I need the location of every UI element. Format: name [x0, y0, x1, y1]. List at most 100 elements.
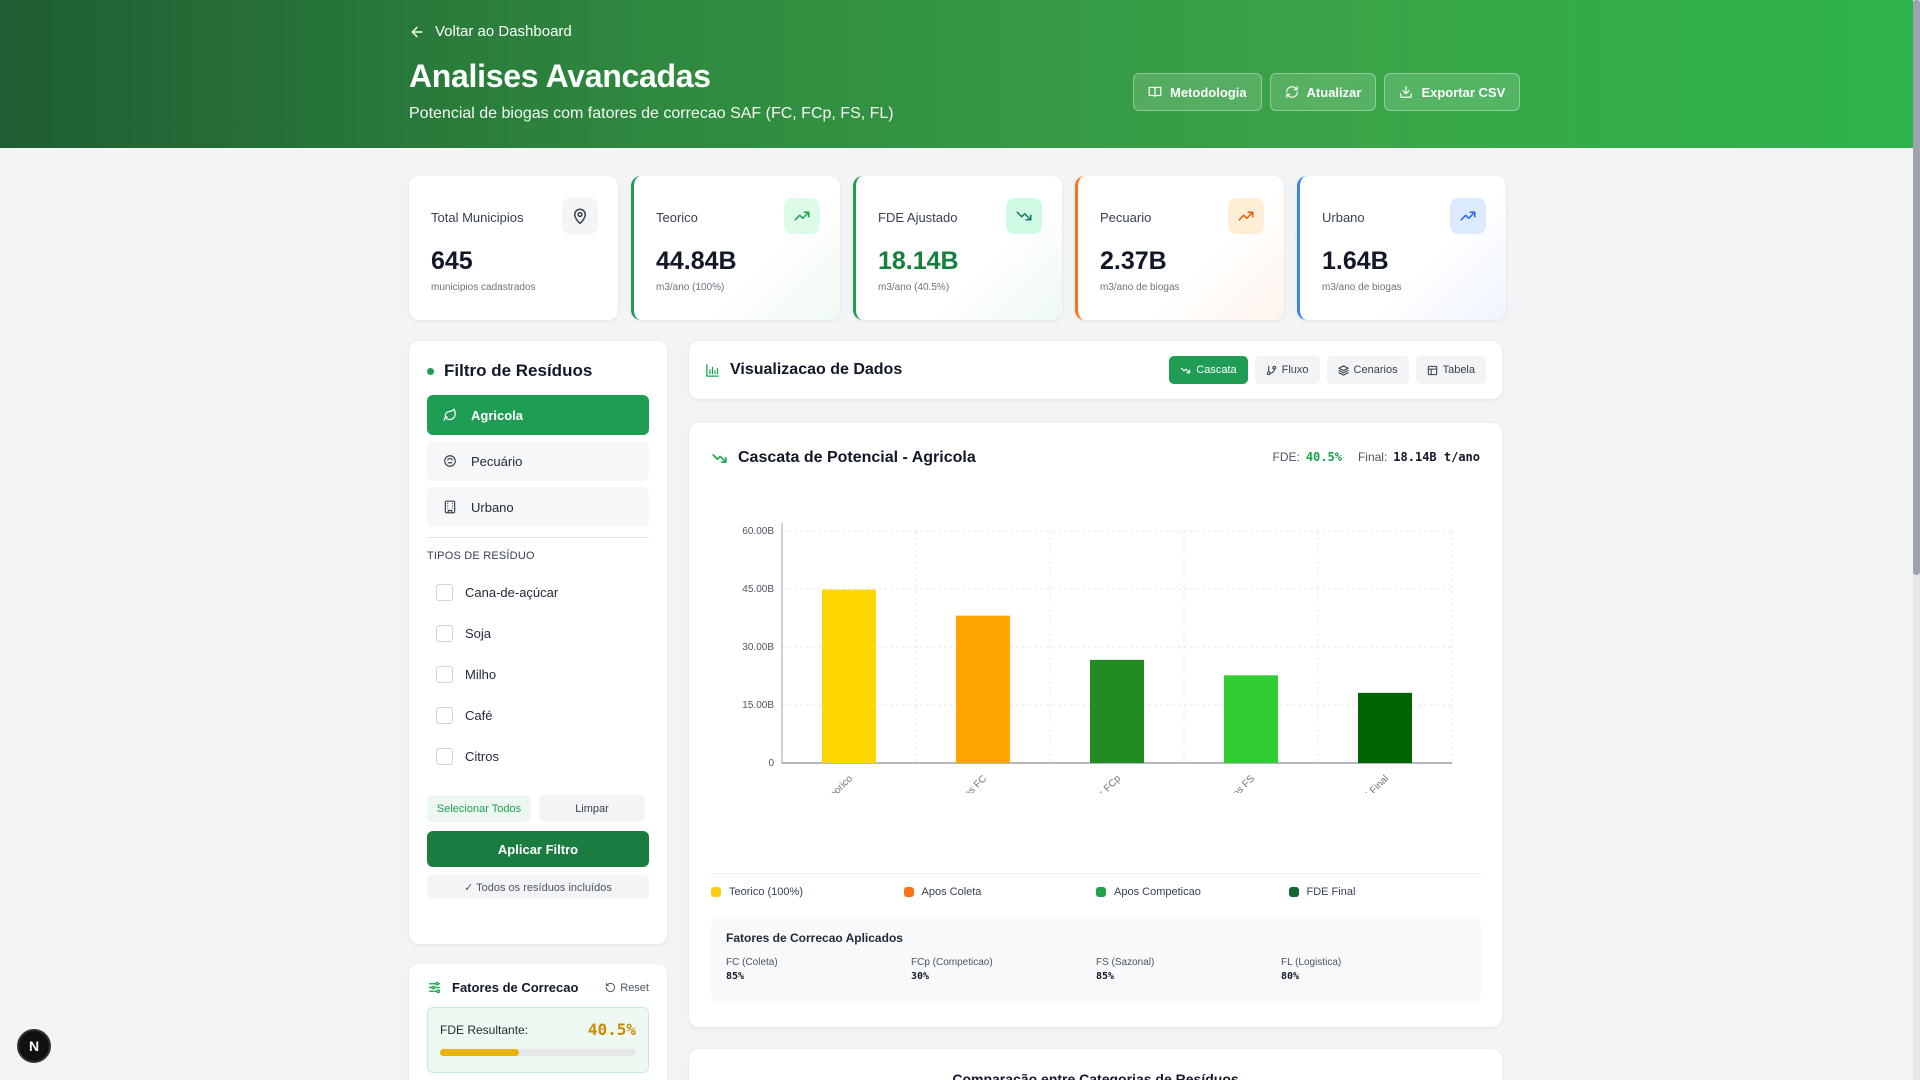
correction-factors-panel: Fatores de Correcao Reset FDE Resultante…	[409, 964, 667, 1080]
x-tick-label: FDE Final	[1352, 773, 1391, 793]
chart-meta: FDE: 40.5% Final: 18.14B t/ano	[1272, 450, 1480, 464]
viz-title-label: Visualizacao de Dados	[730, 361, 903, 378]
stat-value: 2.37B	[1100, 247, 1167, 275]
factor-label: FCp (Competicao)	[911, 957, 993, 968]
checkbox[interactable]	[436, 707, 453, 724]
checkbox[interactable]	[436, 666, 453, 683]
tab-fluxo[interactable]: Fluxo	[1254, 356, 1320, 384]
scrollbar-thumb[interactable]	[1913, 0, 1920, 575]
legend-swatch	[1096, 887, 1106, 897]
category-agricola[interactable]: Agricola	[427, 395, 649, 435]
x-tick-label: Apos FS	[1222, 773, 1257, 793]
residue-checkbox-cana[interactable]: Cana-de-açúcar	[427, 572, 649, 613]
back-link[interactable]: Voltar ao Dashboard	[409, 23, 572, 40]
y-tick-label: 60.00B	[742, 526, 774, 537]
category-pecuario[interactable]: Pecuário	[427, 441, 649, 481]
cascade-bar-chart: 0 15.00B 30.00B 45.00B 60.00B Teorico Apos FC A…	[742, 523, 1453, 793]
factor-value: 80%	[1281, 971, 1300, 982]
clear-button[interactable]: Limpar	[539, 795, 645, 822]
refresh-button[interactable]: Atualizar	[1269, 73, 1377, 111]
checkbox-label: Milho	[465, 667, 497, 682]
stat-value: 1.64B	[1322, 247, 1389, 275]
refresh-icon	[1285, 86, 1298, 98]
tab-tabela[interactable]: Tabela	[1415, 356, 1486, 384]
page-scrollbar[interactable]	[1913, 0, 1920, 1080]
stat-sub: m3/ano (40.5%)	[878, 282, 950, 293]
factor-fs: FS (Sazonal) 85%	[1096, 957, 1281, 982]
stat-value: 18.14B	[878, 247, 959, 275]
tab-label: Cenarios	[1353, 364, 1398, 376]
legend-swatch	[903, 887, 914, 897]
category-label: Agricola	[471, 407, 524, 423]
trending-up-icon	[1450, 198, 1486, 234]
y-tick-label: 0	[768, 758, 774, 769]
legend-item: Apos Coleta	[903, 886, 1097, 898]
refresh-button-label: Atualizar	[1306, 84, 1362, 100]
residue-checkbox-milho[interactable]: Milho	[427, 654, 649, 695]
checkbox-label: Cana-de-açúcar	[465, 585, 559, 600]
x-tick-label: Teorico	[825, 773, 856, 793]
fde-progress-fill	[440, 1049, 520, 1056]
checkbox-label: Citros	[465, 749, 499, 764]
final-meta-label: Final:	[1357, 450, 1388, 464]
checkbox[interactable]	[436, 748, 453, 765]
residue-checkbox-soja[interactable]: Soja	[427, 613, 649, 654]
select-all-button[interactable]: Selecionar Todos	[427, 795, 531, 822]
x-tick-label: Apos FCp	[1084, 773, 1124, 793]
comparison-title: Comparação entre Categorias de Resíduos	[952, 1071, 1239, 1080]
export-csv-button[interactable]: Exportar CSV	[1384, 73, 1521, 111]
factor-fl: FL (Logistica) 80%	[1281, 957, 1466, 982]
stat-value: 645	[431, 247, 473, 275]
chart-bar	[1358, 692, 1412, 763]
git-branch-icon	[1266, 365, 1276, 375]
stat-sub: m3/ano de biogas	[1322, 282, 1402, 293]
factor-value: 85%	[726, 971, 745, 982]
paw-icon	[444, 455, 456, 467]
chart-legend: Teorico (100%) Apos Coleta Apos Competic…	[711, 873, 1481, 898]
framework-badge[interactable]: N	[17, 1029, 51, 1063]
residue-checkbox-cafe[interactable]: Café	[427, 695, 649, 736]
download-icon	[1400, 86, 1413, 98]
methodology-button[interactable]: Metodologia	[1133, 73, 1262, 111]
selection-buttons: Selecionar Todos Limpar	[427, 795, 649, 822]
factors-header: Fatores de Correcao Reset	[427, 980, 649, 995]
building-icon	[444, 500, 456, 514]
bar-chart-icon	[706, 363, 719, 377]
tab-cascata[interactable]: Cascata	[1169, 356, 1248, 384]
fde-result-label: FDE Resultante:	[440, 1022, 529, 1037]
applied-factors-row: FC (Coleta) 85% FCp (Competicao) 30% FS (S…	[726, 957, 1466, 982]
factor-label: FS (Sazonal)	[1096, 957, 1155, 968]
legend-item: FDE Final	[1288, 886, 1482, 898]
reset-button[interactable]: Reset	[605, 982, 649, 994]
status-dot-icon	[427, 367, 434, 375]
y-tick-label: 30.00B	[742, 642, 774, 653]
chart-bar	[1090, 659, 1144, 763]
y-tick-label: 45.00B	[742, 584, 774, 595]
stat-sub: m3/ano (100%)	[656, 282, 725, 293]
residue-types-label: TIPOS DE RESÍDUO	[427, 550, 535, 562]
fde-meta-value: 40.5%	[1305, 450, 1342, 464]
back-link-label: Voltar ao Dashboard	[435, 23, 572, 40]
stat-card-fde-ajustado: FDE Ajustado 18.14B m3/ano (40.5%)	[853, 176, 1062, 320]
factor-label: FL (Logistica)	[1281, 957, 1342, 968]
factors-title-label: Fatores de Correcao	[452, 980, 579, 995]
viz-title: Visualizacao de Dados	[705, 361, 902, 379]
factor-fc: FC (Coleta) 85%	[726, 957, 911, 982]
tab-cenarios[interactable]: Cenarios	[1326, 356, 1409, 384]
apply-filter-button[interactable]: Aplicar Filtro	[427, 831, 649, 867]
checkbox[interactable]	[436, 625, 453, 642]
stat-card-pecuario: Pecuario 2.37B m3/ano de biogas	[1075, 176, 1284, 320]
arrow-left-icon	[411, 26, 423, 37]
leaf-icon	[443, 408, 456, 421]
residue-checkbox-citros[interactable]: Citros	[427, 736, 649, 777]
checkbox[interactable]	[436, 584, 453, 601]
filter-title: Filtro de Resíduos	[427, 361, 649, 381]
category-urbano[interactable]: Urbano	[427, 487, 649, 527]
reset-icon	[606, 982, 616, 993]
trending-down-icon	[1006, 198, 1042, 234]
cascade-chart-card: Cascata de Potencial - Agricola FDE: 40.…	[689, 423, 1502, 1027]
checkbox-label: Soja	[465, 626, 492, 641]
book-icon	[1148, 86, 1162, 98]
stat-sub: municipios cadastrados	[431, 282, 536, 293]
y-tick-label: 15.00B	[742, 700, 774, 711]
